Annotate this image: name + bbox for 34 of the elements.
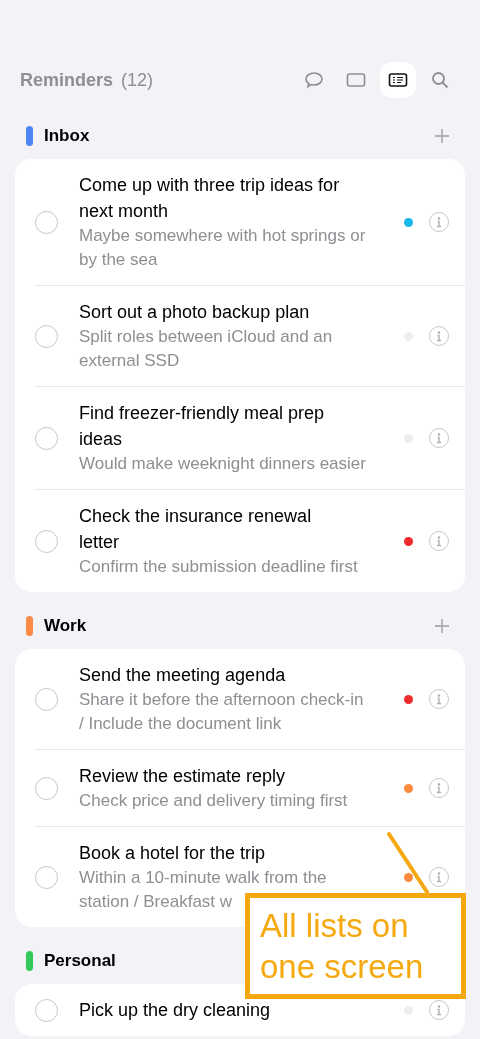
plus-icon bbox=[434, 618, 450, 634]
rectangle-icon bbox=[346, 72, 366, 88]
list-name: Inbox bbox=[44, 125, 90, 148]
reminder-title: Come up with three trip ideas for next month bbox=[79, 174, 341, 223]
info-icon bbox=[436, 871, 442, 883]
reminder-title: Review the estimate reply bbox=[79, 765, 287, 788]
reminder-note: Split roles between iCloud and an external SSD bbox=[79, 326, 334, 372]
reminder-title: Sort out a photo backup plan bbox=[79, 301, 311, 324]
list-name: Work bbox=[44, 615, 87, 638]
reminder-title: Send the meeting agenda bbox=[79, 664, 287, 687]
list-name: Personal bbox=[44, 950, 116, 973]
info-icon bbox=[436, 330, 442, 342]
view-tab[interactable] bbox=[380, 62, 416, 98]
reminder-note: Share it before the afternoon check-in / Include the document link bbox=[79, 689, 365, 735]
reminder-title: Pick up the dry cleaning bbox=[79, 999, 272, 1022]
reminder-title: Book a hotel for the trip bbox=[79, 842, 267, 865]
speech-bubble-icon bbox=[304, 71, 324, 89]
reminder-count: (12) bbox=[121, 68, 154, 92]
info-icon bbox=[436, 535, 442, 547]
info-icon bbox=[436, 216, 442, 228]
plus-icon bbox=[434, 128, 450, 144]
info-icon bbox=[436, 432, 442, 444]
info-icon bbox=[436, 1004, 442, 1016]
reminder-note: Would make weeknight dinners easier bbox=[79, 453, 367, 475]
reminder-note: Maybe somewhere with hot springs or by the sea bbox=[79, 225, 367, 271]
reminder-note: Confirm the submission deadline first bbox=[79, 556, 359, 578]
list-icon bbox=[388, 72, 408, 88]
info-icon bbox=[436, 782, 442, 794]
reminder-note: Check price and delivery timing first bbox=[79, 790, 349, 812]
reminder-title: Find freezer-friendly meal prep ideas bbox=[79, 402, 326, 451]
screen-title: Reminders bbox=[20, 68, 114, 92]
search-icon bbox=[431, 71, 449, 89]
info-icon bbox=[436, 693, 442, 705]
reminder-title: Check the insurance renewal letter bbox=[79, 505, 313, 554]
